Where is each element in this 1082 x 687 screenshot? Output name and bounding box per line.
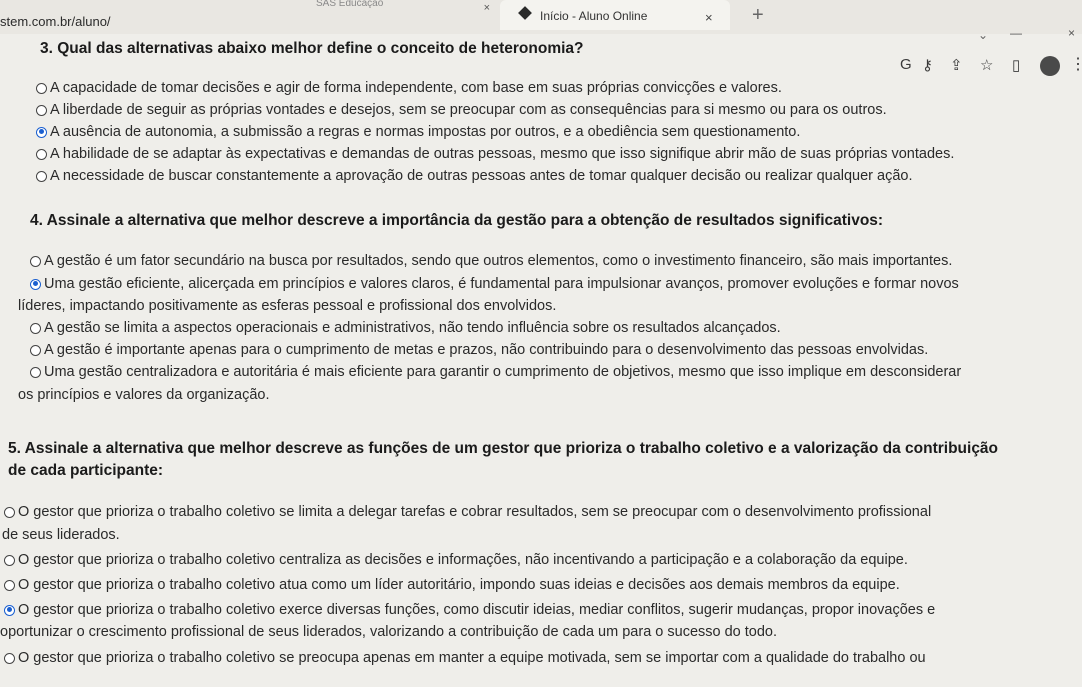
option-label: O gestor que prioriza o trabalho coletiv… xyxy=(18,504,932,520)
option-label: A ausência de autonomia, a submissão a r… xyxy=(50,124,801,140)
url-bar[interactable]: stem.com.br/aluno/ xyxy=(0,14,111,29)
q3-option-1[interactable]: A capacidade de tomar decisões e agir de… xyxy=(36,80,782,96)
minimize-icon[interactable]: — xyxy=(1010,26,1022,40)
q3-option-4[interactable]: A habilidade de se adaptar às expectativ… xyxy=(36,146,954,162)
radio-button[interactable] xyxy=(30,322,41,334)
question-5-title: 5. Assinale a alternativa que melhor des… xyxy=(8,440,999,457)
option-label: A gestão é importante apenas para o cump… xyxy=(44,342,929,358)
q4-option-4[interactable]: A gestão é importante apenas para o cump… xyxy=(30,342,928,358)
q4-option-2[interactable]: Uma gestão eficiente, alicerçada em prin… xyxy=(30,276,959,292)
key-icon[interactable]: ⚷ xyxy=(922,56,933,74)
option-label: A necessidade de buscar constantemente a… xyxy=(50,168,913,184)
option-label-continuation: líderes, impactando positivamente as esf… xyxy=(18,298,557,314)
q5-option-1[interactable]: O gestor que prioriza o trabalho coletiv… xyxy=(4,504,931,520)
google-icon[interactable]: G xyxy=(900,56,912,73)
q4-option-3[interactable]: A gestão se limita a aspectos operaciona… xyxy=(30,320,781,336)
option-label: O gestor que prioriza o trabalho coletiv… xyxy=(18,650,926,666)
tab-active-title: Início - Aluno Online xyxy=(540,9,648,23)
q4-option-5[interactable]: Uma gestão centralizadora e autoritária … xyxy=(30,364,961,380)
q4-option-1[interactable]: A gestão é um fator secundário na busca … xyxy=(30,253,952,269)
option-label: A habilidade de se adaptar às expectativ… xyxy=(50,146,955,162)
radio-button[interactable] xyxy=(36,104,47,116)
radio-button[interactable] xyxy=(36,170,47,182)
q3-option-2[interactable]: A liberdade de seguir as próprias vontad… xyxy=(36,102,887,118)
option-label: A capacidade de tomar decisões e agir de… xyxy=(50,80,782,96)
q5-option-5[interactable]: O gestor que prioriza o trabalho coletiv… xyxy=(4,650,926,666)
q5-option-2[interactable]: O gestor que prioriza o trabalho coletiv… xyxy=(4,552,908,568)
q5-option-3[interactable]: O gestor que prioriza o trabalho coletiv… xyxy=(4,577,900,593)
radio-button[interactable] xyxy=(36,148,47,160)
q5-option-4[interactable]: O gestor que prioriza o trabalho coletiv… xyxy=(4,602,935,618)
radio-button[interactable] xyxy=(36,82,47,94)
option-label: O gestor que prioriza o trabalho coletiv… xyxy=(18,577,900,593)
radio-button[interactable] xyxy=(4,554,15,566)
share-icon[interactable]: ⇪ xyxy=(950,56,963,74)
option-label-continuation: de seus liderados. xyxy=(2,527,120,543)
new-tab-button[interactable]: + xyxy=(752,5,764,25)
question-4-title: 4. Assinale a alternativa que melhor des… xyxy=(30,212,884,229)
menu-kebab-icon[interactable]: ⋮ xyxy=(1070,54,1082,74)
avatar[interactable] xyxy=(1040,56,1060,76)
star-icon[interactable]: ☆ xyxy=(980,56,993,74)
radio-button[interactable] xyxy=(4,652,15,664)
question-3-title: 3. Qual das alternativas abaixo melhor d… xyxy=(40,40,584,57)
option-label: Uma gestão eficiente, alicerçada em prin… xyxy=(44,276,959,292)
close-window-icon[interactable]: × xyxy=(1068,26,1075,40)
q3-option-3[interactable]: A ausência de autonomia, a submissão a r… xyxy=(36,124,800,140)
option-label: A gestão se limita a aspectos operaciona… xyxy=(44,320,781,336)
tab-inactive-title: SAS Educação xyxy=(316,0,384,9)
option-label: A liberdade de seguir as próprias vontad… xyxy=(50,102,887,118)
radio-button-selected[interactable] xyxy=(30,278,41,290)
radio-button[interactable] xyxy=(4,579,15,591)
browser-chrome: SAS Educação × Início - Aluno Online × +… xyxy=(0,0,1082,34)
question-5-title-continuation: de cada participante: xyxy=(8,462,164,479)
tab-close-icon[interactable]: × xyxy=(705,10,713,25)
radio-button[interactable] xyxy=(30,344,41,356)
favicon-icon xyxy=(518,6,532,20)
option-label: A gestão é um fator secundário na busca … xyxy=(44,253,953,269)
radio-button[interactable] xyxy=(4,506,15,518)
option-label-continuation: oportunizar o crescimento profissional d… xyxy=(0,624,778,640)
radio-button-selected[interactable] xyxy=(4,604,15,616)
tab-active[interactable]: Início - Aluno Online × xyxy=(500,0,730,30)
q3-option-5[interactable]: A necessidade de buscar constantemente a… xyxy=(36,168,913,184)
option-label-continuation: os princípios e valores da organização. xyxy=(18,387,270,403)
radio-button-selected[interactable] xyxy=(36,126,47,138)
chevron-down-icon[interactable]: ⌄ xyxy=(978,28,988,42)
tab-inactive[interactable]: SAS Educação × xyxy=(310,0,490,10)
option-label: O gestor que prioriza o trabalho coletiv… xyxy=(18,602,936,618)
radio-button[interactable] xyxy=(30,255,41,267)
tab-close-icon[interactable]: × xyxy=(484,2,490,10)
sidepanel-icon[interactable]: ▯ xyxy=(1012,56,1020,74)
option-label: Uma gestão centralizadora e autoritária … xyxy=(44,364,962,380)
option-label: O gestor que prioriza o trabalho coletiv… xyxy=(18,552,908,568)
radio-button[interactable] xyxy=(30,366,41,378)
